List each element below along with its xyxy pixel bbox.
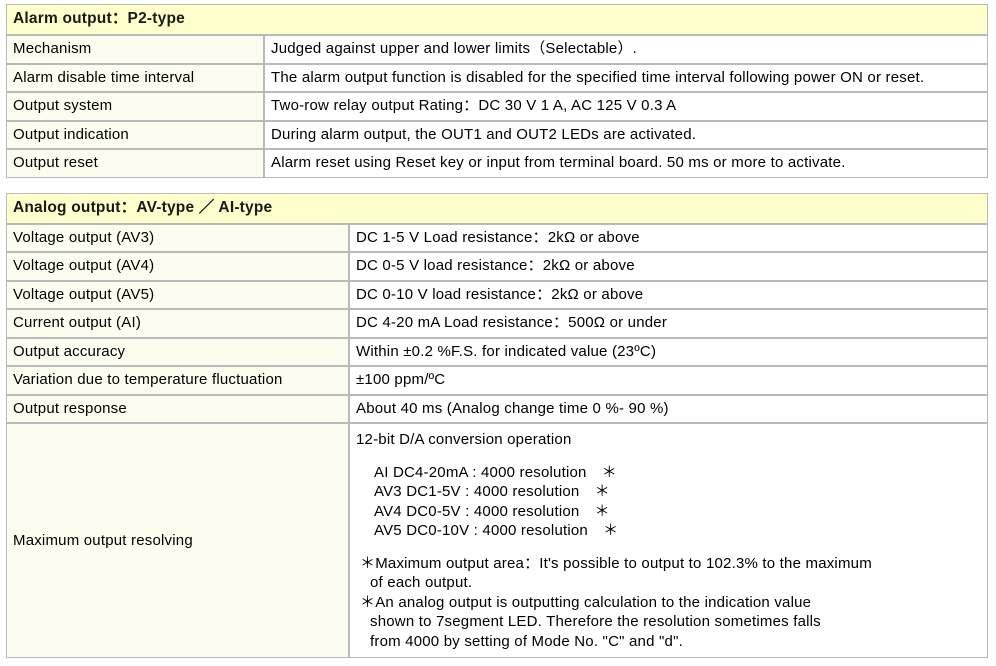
table-row: Output response About 40 ms (Analog chan… [6,394,988,424]
table-row: Voltage output (AV5) DC 0-10 V load resi… [6,280,988,310]
resolution-item-list: AI DC4-20mA : 4000 resolution ＊ AV3 DC1-… [356,463,981,541]
table-row: Alarm disable time interval The alarm ou… [6,63,988,93]
list-item: AV4 DC0-5V : 4000 resolution ＊ [374,502,610,520]
row-value-output-response: About 40 ms (Analog change time 0 %- 90 … [349,394,988,424]
row-value-maximum-output-resolving: 12-bit D/A conversion operation AI DC4-2… [349,423,988,659]
row-value-variation-temperature-fluctuation: ±100 ppm/ºC [349,366,988,395]
row-value-alarm-disable-time-interval: The alarm output function is disabled fo… [264,63,988,93]
table-row: Output indication During alarm output, t… [6,120,988,150]
row-label-voltage-output-av4: Voltage output (AV4) [6,252,349,281]
table-title-analog-output: Analog output：AV-type ／ AI-type [6,192,988,224]
table-row: Variation due to temperature fluctuation… [6,366,988,395]
table-row: Voltage output (AV3) DC 1-5 V Load resis… [6,223,988,253]
row-label-output-reset: Output reset [6,149,264,178]
list-item: AV5 DC0-10V : 4000 resolution ＊ [374,522,619,540]
row-label-output-accuracy: Output accuracy [6,337,349,367]
row-value-output-accuracy: Within ±0.2 %F.S. for indicated value (2… [349,337,988,367]
row-label-output-indication: Output indication [6,120,264,150]
list-item: AI DC4-20mA : 4000 resolution ＊ [374,463,617,481]
row-label-mechanism: Mechanism [6,35,264,64]
row-label-maximum-output-resolving: Maximum output resolving [6,423,349,659]
list-item: AV3 DC1-5V : 4000 resolution ＊ [374,483,610,501]
table-row: Mechanism Judged against upper and lower… [6,35,988,64]
note-line: of each output. [370,574,473,592]
table-row: Output reset Alarm reset using Reset key… [6,149,988,178]
table-row: Voltage output (AV4) DC 0-5 V load resis… [6,252,988,281]
row-value-mechanism: Judged against upper and lower limits（Se… [264,35,988,64]
row-label-current-output-ai: Current output (AI) [6,309,349,338]
table-header-row: Alarm output：P2-type [6,4,988,36]
table-row: Output accuracy Within ±0.2 %F.S. for in… [6,337,988,367]
row-label-output-system: Output system [6,92,264,121]
table-row: Output system Two-row relay output Ratin… [6,92,988,121]
table-alarm-output: Alarm output：P2-type Mechanism Judged ag… [6,4,988,178]
table-title-alarm-output: Alarm output：P2-type [6,4,988,36]
row-value-current-output-ai: DC 4-20 mA Load resistance：500Ω or under [349,309,988,338]
row-label-alarm-disable-time-interval: Alarm disable time interval [6,63,264,93]
table-analog-output: Analog output：AV-type ／ AI-type Voltage … [6,192,988,659]
spec-sheet-page: Alarm output：P2-type Mechanism Judged ag… [0,0,996,659]
row-value-voltage-output-av3: DC 1-5 V Load resistance：2kΩ or above [349,223,988,253]
table-row: Current output (AI) DC 4-20 mA Load resi… [6,309,988,338]
note-maximum-output-area: ＊Maximum output area：It's possible to ou… [356,554,981,593]
row-label-output-response: Output response [6,394,349,424]
row-value-output-reset: Alarm reset using Reset key or input fro… [264,149,988,178]
row-value-output-indication: During alarm output, the OUT1 and OUT2 L… [264,120,988,150]
row-label-voltage-output-av5: Voltage output (AV5) [6,280,349,310]
note-analog-output-calculation: ＊An analog output is outputting calculat… [356,593,981,652]
row-value-voltage-output-av5: DC 0-10 V load resistance：2kΩ or above [349,280,988,310]
note-line: shown to 7segment LED. Therefore the res… [370,613,821,650]
resolving-intro: 12-bit D/A conversion operation [356,431,572,449]
row-label-voltage-output-av3: Voltage output (AV3) [6,223,349,253]
row-value-voltage-output-av4: DC 0-5 V load resistance：2kΩ or above [349,252,988,281]
table-header-row: Analog output：AV-type ／ AI-type [6,192,988,224]
row-label-variation-temperature-fluctuation: Variation due to temperature fluctuation [6,366,349,395]
row-value-output-system: Two-row relay output Rating：DC 30 V 1 A,… [264,92,988,121]
note-line: ＊An analog output is outputting calculat… [360,593,812,611]
note-line: ＊Maximum output area：It's possible to ou… [360,554,872,572]
table-row-maximum-output-resolving: Maximum output resolving 12-bit D/A conv… [6,423,988,659]
